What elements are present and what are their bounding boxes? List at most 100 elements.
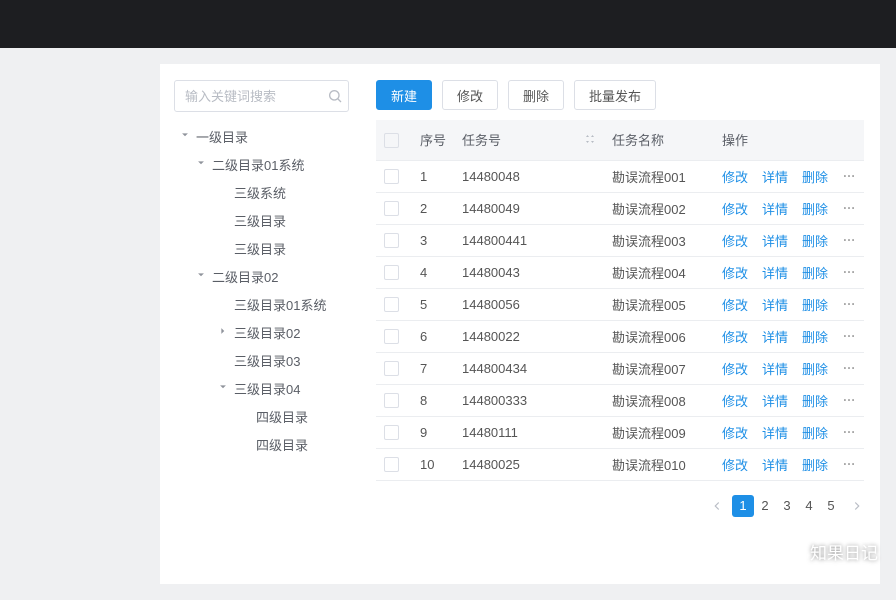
row-checkbox[interactable]: [384, 393, 399, 408]
tree-node[interactable]: 二级目录02: [174, 262, 349, 290]
tree-node[interactable]: 二级目录01系统: [174, 150, 349, 178]
row-delete-link[interactable]: 删除: [802, 327, 828, 346]
task-table: 序号 任务号 任务名称 操作 114480048勘误流程001修改详情删除214…: [376, 120, 864, 481]
row-checkbox[interactable]: [384, 457, 399, 472]
content-panel: 一级目录二级目录01系统三级系统三级目录三级目录二级目录02三级目录01系统三级…: [160, 64, 880, 584]
more-icon[interactable]: [842, 393, 856, 407]
row-delete-link[interactable]: 删除: [802, 391, 828, 410]
more-icon[interactable]: [842, 361, 856, 375]
row-checkbox[interactable]: [384, 169, 399, 184]
more-icon[interactable]: [842, 425, 856, 439]
row-delete-link[interactable]: 删除: [802, 295, 828, 314]
more-icon[interactable]: [842, 169, 856, 183]
cell-seq: 8: [412, 384, 454, 416]
tree-node[interactable]: 三级目录02: [174, 318, 349, 346]
row-delete-link[interactable]: 删除: [802, 455, 828, 474]
page-prev[interactable]: [710, 499, 724, 513]
chevron-right-icon[interactable]: [218, 326, 230, 338]
tree-node[interactable]: 三级目录01系统: [174, 290, 349, 318]
more-icon[interactable]: [842, 297, 856, 311]
row-checkbox[interactable]: [384, 329, 399, 344]
tree-label: 四级目录: [256, 435, 308, 454]
cell-task-no: 14480022: [454, 320, 604, 352]
chevron-down-icon[interactable]: [196, 158, 208, 170]
cell-task-no: 14480048: [454, 160, 604, 192]
tree-node[interactable]: 三级系统: [174, 178, 349, 206]
row-delete-link[interactable]: 删除: [802, 167, 828, 186]
row-edit-link[interactable]: 修改: [722, 455, 748, 474]
row-edit-link[interactable]: 修改: [722, 295, 748, 314]
select-all-checkbox[interactable]: [384, 133, 399, 148]
row-detail-link[interactable]: 详情: [762, 455, 788, 474]
chevron-down-icon[interactable]: [196, 270, 208, 282]
tree-node[interactable]: 四级目录: [174, 402, 349, 430]
sort-icon[interactable]: [584, 133, 596, 147]
chevron-down-icon[interactable]: [218, 382, 230, 394]
cell-task-no: 14480056: [454, 288, 604, 320]
row-checkbox[interactable]: [384, 265, 399, 280]
row-checkbox[interactable]: [384, 361, 399, 376]
page-next[interactable]: [850, 499, 864, 513]
cell-task-name: 勘误流程006: [604, 320, 714, 352]
more-icon[interactable]: [842, 233, 856, 247]
more-icon[interactable]: [842, 329, 856, 343]
tree-node[interactable]: 三级目录: [174, 234, 349, 262]
cell-task-no: 14480049: [454, 192, 604, 224]
row-delete-link[interactable]: 删除: [802, 263, 828, 282]
tree-node[interactable]: 三级目录03: [174, 346, 349, 374]
row-checkbox[interactable]: [384, 233, 399, 248]
tree-node[interactable]: 一级目录: [174, 122, 349, 150]
caret-icon: [218, 214, 230, 226]
caret-icon: [218, 242, 230, 254]
create-button[interactable]: 新建: [376, 80, 432, 110]
row-checkbox[interactable]: [384, 297, 399, 312]
row-delete-link[interactable]: 删除: [802, 423, 828, 442]
more-icon[interactable]: [842, 457, 856, 471]
row-checkbox[interactable]: [384, 201, 399, 216]
tree-node[interactable]: 三级目录04: [174, 374, 349, 402]
cell-task-no: 144800333: [454, 384, 604, 416]
row-detail-link[interactable]: 详情: [762, 391, 788, 410]
row-edit-link[interactable]: 修改: [722, 199, 748, 218]
more-icon[interactable]: [842, 201, 856, 215]
cell-seq: 2: [412, 192, 454, 224]
row-edit-link[interactable]: 修改: [722, 423, 748, 442]
row-detail-link[interactable]: 详情: [762, 359, 788, 378]
edit-button[interactable]: 修改: [442, 80, 498, 110]
row-delete-link[interactable]: 删除: [802, 231, 828, 250]
row-edit-link[interactable]: 修改: [722, 167, 748, 186]
row-detail-link[interactable]: 详情: [762, 295, 788, 314]
row-delete-link[interactable]: 删除: [802, 199, 828, 218]
row-detail-link[interactable]: 详情: [762, 231, 788, 250]
search-icon[interactable]: [327, 88, 343, 104]
row-detail-link[interactable]: 详情: [762, 167, 788, 186]
more-icon[interactable]: [842, 265, 856, 279]
row-edit-link[interactable]: 修改: [722, 327, 748, 346]
chevron-down-icon[interactable]: [180, 130, 192, 142]
row-edit-link[interactable]: 修改: [722, 263, 748, 282]
row-edit-link[interactable]: 修改: [722, 231, 748, 250]
batch-publish-button[interactable]: 批量发布: [574, 80, 656, 110]
row-edit-link[interactable]: 修改: [722, 391, 748, 410]
row-detail-link[interactable]: 详情: [762, 327, 788, 346]
page-4[interactable]: 4: [798, 495, 820, 517]
row-edit-link[interactable]: 修改: [722, 359, 748, 378]
th-task-no[interactable]: 任务号: [454, 120, 604, 160]
tree-label: 三级系统: [234, 183, 286, 202]
cell-task-name: 勘误流程010: [604, 448, 714, 480]
row-detail-link[interactable]: 详情: [762, 263, 788, 282]
page-1[interactable]: 1: [732, 495, 754, 517]
delete-button[interactable]: 删除: [508, 80, 564, 110]
tree-node[interactable]: 四级目录: [174, 430, 349, 458]
tree-node[interactable]: 三级目录: [174, 206, 349, 234]
search-input[interactable]: [174, 80, 349, 112]
row-checkbox[interactable]: [384, 425, 399, 440]
table-row: 914480111勘误流程009修改详情删除: [376, 416, 864, 448]
row-detail-link[interactable]: 详情: [762, 423, 788, 442]
row-delete-link[interactable]: 删除: [802, 359, 828, 378]
table-row: 214480049勘误流程002修改详情删除: [376, 192, 864, 224]
page-5[interactable]: 5: [820, 495, 842, 517]
page-3[interactable]: 3: [776, 495, 798, 517]
row-detail-link[interactable]: 详情: [762, 199, 788, 218]
page-2[interactable]: 2: [754, 495, 776, 517]
